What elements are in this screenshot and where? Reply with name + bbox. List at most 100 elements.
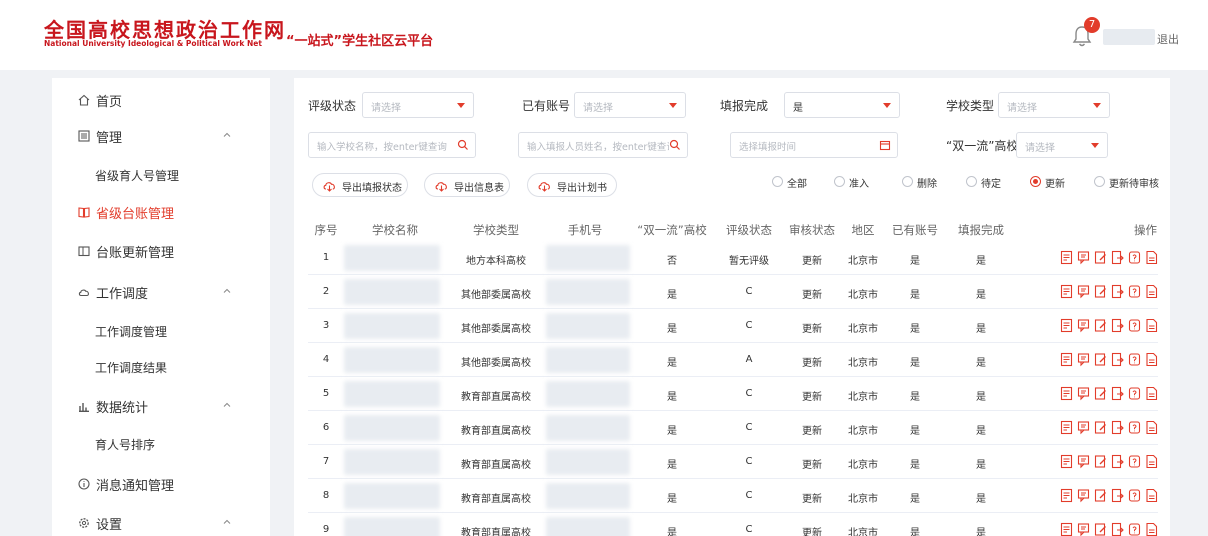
export-status-button[interactable]: 导出填报状态 <box>312 173 408 197</box>
school-type-select[interactable]: 请选择 <box>998 92 1110 118</box>
form-icon[interactable] <box>1060 284 1073 299</box>
document-icon[interactable] <box>1145 318 1158 333</box>
cell-region: 北京市 <box>848 256 878 267</box>
export-icon[interactable] <box>1111 318 1124 333</box>
has-account-select[interactable]: 请选择 <box>574 92 686 118</box>
document-icon[interactable] <box>1145 420 1158 435</box>
chat-icon[interactable] <box>1077 250 1090 265</box>
radio-circle <box>902 176 913 187</box>
form-icon[interactable] <box>1060 522 1073 536</box>
edit-icon[interactable] <box>1094 284 1107 299</box>
document-icon[interactable] <box>1145 284 1158 299</box>
phone-blurred <box>546 313 630 339</box>
sidebar-item-ledger-update[interactable]: 台账更新管理 <box>52 233 270 269</box>
help-icon[interactable] <box>1128 250 1141 265</box>
help-icon[interactable] <box>1128 386 1141 401</box>
chevron-up-icon <box>223 402 231 407</box>
form-icon[interactable] <box>1060 352 1073 367</box>
export-icon[interactable] <box>1111 522 1124 536</box>
sidebar-item-dispatch-results[interactable]: 工作调度结果 <box>52 349 270 385</box>
search-icon[interactable] <box>669 139 681 151</box>
help-icon[interactable] <box>1128 352 1141 367</box>
sidebar-item-settings[interactable]: 设置 <box>52 505 270 536</box>
edit-icon[interactable] <box>1094 488 1107 503</box>
form-icon[interactable] <box>1060 488 1073 503</box>
row-actions <box>1060 318 1158 334</box>
document-icon[interactable] <box>1145 386 1158 401</box>
help-icon[interactable] <box>1128 420 1141 435</box>
logout-link[interactable]: 退出 <box>1157 31 1179 47</box>
edit-icon[interactable] <box>1094 250 1107 265</box>
chat-icon[interactable] <box>1077 352 1090 367</box>
column-header-double-first: “双一流”高校 <box>637 223 707 237</box>
chat-icon[interactable] <box>1077 522 1090 536</box>
user-name[interactable] <box>1103 29 1155 45</box>
chat-icon[interactable] <box>1077 454 1090 469</box>
help-icon[interactable] <box>1128 454 1141 469</box>
sidebar-item-notifications[interactable]: 消息通知管理 <box>52 466 270 502</box>
sidebar-item-provincial-ledger[interactable]: 省级台账管理 <box>52 194 270 230</box>
column-header-index: 序号 <box>314 223 338 237</box>
cell-has-account: 是 <box>910 324 920 335</box>
edit-icon[interactable] <box>1094 318 1107 333</box>
document-icon[interactable] <box>1145 250 1158 265</box>
sidebar-item-ranking[interactable]: 育人号排序 <box>52 426 270 462</box>
edit-icon[interactable] <box>1094 454 1107 469</box>
person-search-input[interactable]: 输入填报人员姓名，按enter键查询 <box>518 132 688 158</box>
export-info-button[interactable]: 导出信息表 <box>424 173 510 197</box>
help-icon[interactable] <box>1128 318 1141 333</box>
edit-icon[interactable] <box>1094 522 1107 536</box>
export-plan-button[interactable]: 导出计划书 <box>527 173 617 197</box>
sidebar-item-dispatch-management[interactable]: 工作调度管理 <box>52 313 270 349</box>
export-icon[interactable] <box>1111 250 1124 265</box>
export-icon[interactable] <box>1111 420 1124 435</box>
phone-blurred <box>546 517 630 536</box>
document-icon[interactable] <box>1145 352 1158 367</box>
panel-icon <box>78 246 90 257</box>
sidebar-item-management[interactable]: 管理 <box>52 118 270 154</box>
fill-complete-select[interactable]: 是 <box>784 92 900 118</box>
rating-status-select[interactable]: 请选择 <box>362 92 474 118</box>
document-icon[interactable] <box>1145 522 1158 536</box>
form-icon[interactable] <box>1060 386 1073 401</box>
edit-icon[interactable] <box>1094 386 1107 401</box>
export-icon[interactable] <box>1111 488 1124 503</box>
input-placeholder: 输入填报人员姓名，按enter键查询 <box>527 142 669 153</box>
sidebar-item-statistics[interactable]: 数据统计 <box>52 388 270 424</box>
row-actions <box>1060 284 1158 300</box>
export-icon[interactable] <box>1111 352 1124 367</box>
chat-icon[interactable] <box>1077 318 1090 333</box>
edit-icon[interactable] <box>1094 352 1107 367</box>
form-icon[interactable] <box>1060 318 1073 333</box>
cell-review: 更新 <box>802 528 822 536</box>
export-icon[interactable] <box>1111 386 1124 401</box>
form-icon[interactable] <box>1060 454 1073 469</box>
school-search-input[interactable]: 输入学校名称，按enter键查询 <box>308 132 476 158</box>
sidebar-item-label: 育人号排序 <box>95 438 156 452</box>
cell-rating: A <box>745 354 753 365</box>
chat-icon[interactable] <box>1077 284 1090 299</box>
document-icon[interactable] <box>1145 454 1158 469</box>
cell-review: 更新 <box>802 256 822 267</box>
document-icon[interactable] <box>1145 488 1158 503</box>
form-icon[interactable] <box>1060 420 1073 435</box>
form-icon[interactable] <box>1060 250 1073 265</box>
sidebar-item-work-dispatch[interactable]: 工作调度 <box>52 274 270 310</box>
edit-icon[interactable] <box>1094 420 1107 435</box>
search-icon[interactable] <box>457 139 469 151</box>
sidebar-item-provincial-account[interactable]: 省级育人号管理 <box>52 157 270 193</box>
chat-icon[interactable] <box>1077 386 1090 401</box>
help-icon[interactable] <box>1128 488 1141 503</box>
double-first-select[interactable]: 请选择 <box>1016 132 1108 158</box>
help-icon[interactable] <box>1128 284 1141 299</box>
export-icon[interactable] <box>1111 284 1124 299</box>
help-icon[interactable] <box>1128 522 1141 536</box>
sidebar-item-home[interactable]: 首页 <box>52 82 270 118</box>
fill-time-picker[interactable]: 选择填报时间 <box>730 132 898 158</box>
export-icon[interactable] <box>1111 454 1124 469</box>
list-icon <box>78 130 90 142</box>
column-header-school-type: 学校类型 <box>473 223 519 237</box>
chat-icon[interactable] <box>1077 420 1090 435</box>
chat-icon[interactable] <box>1077 488 1090 503</box>
sidebar-item-label: 工作调度结果 <box>95 361 168 375</box>
